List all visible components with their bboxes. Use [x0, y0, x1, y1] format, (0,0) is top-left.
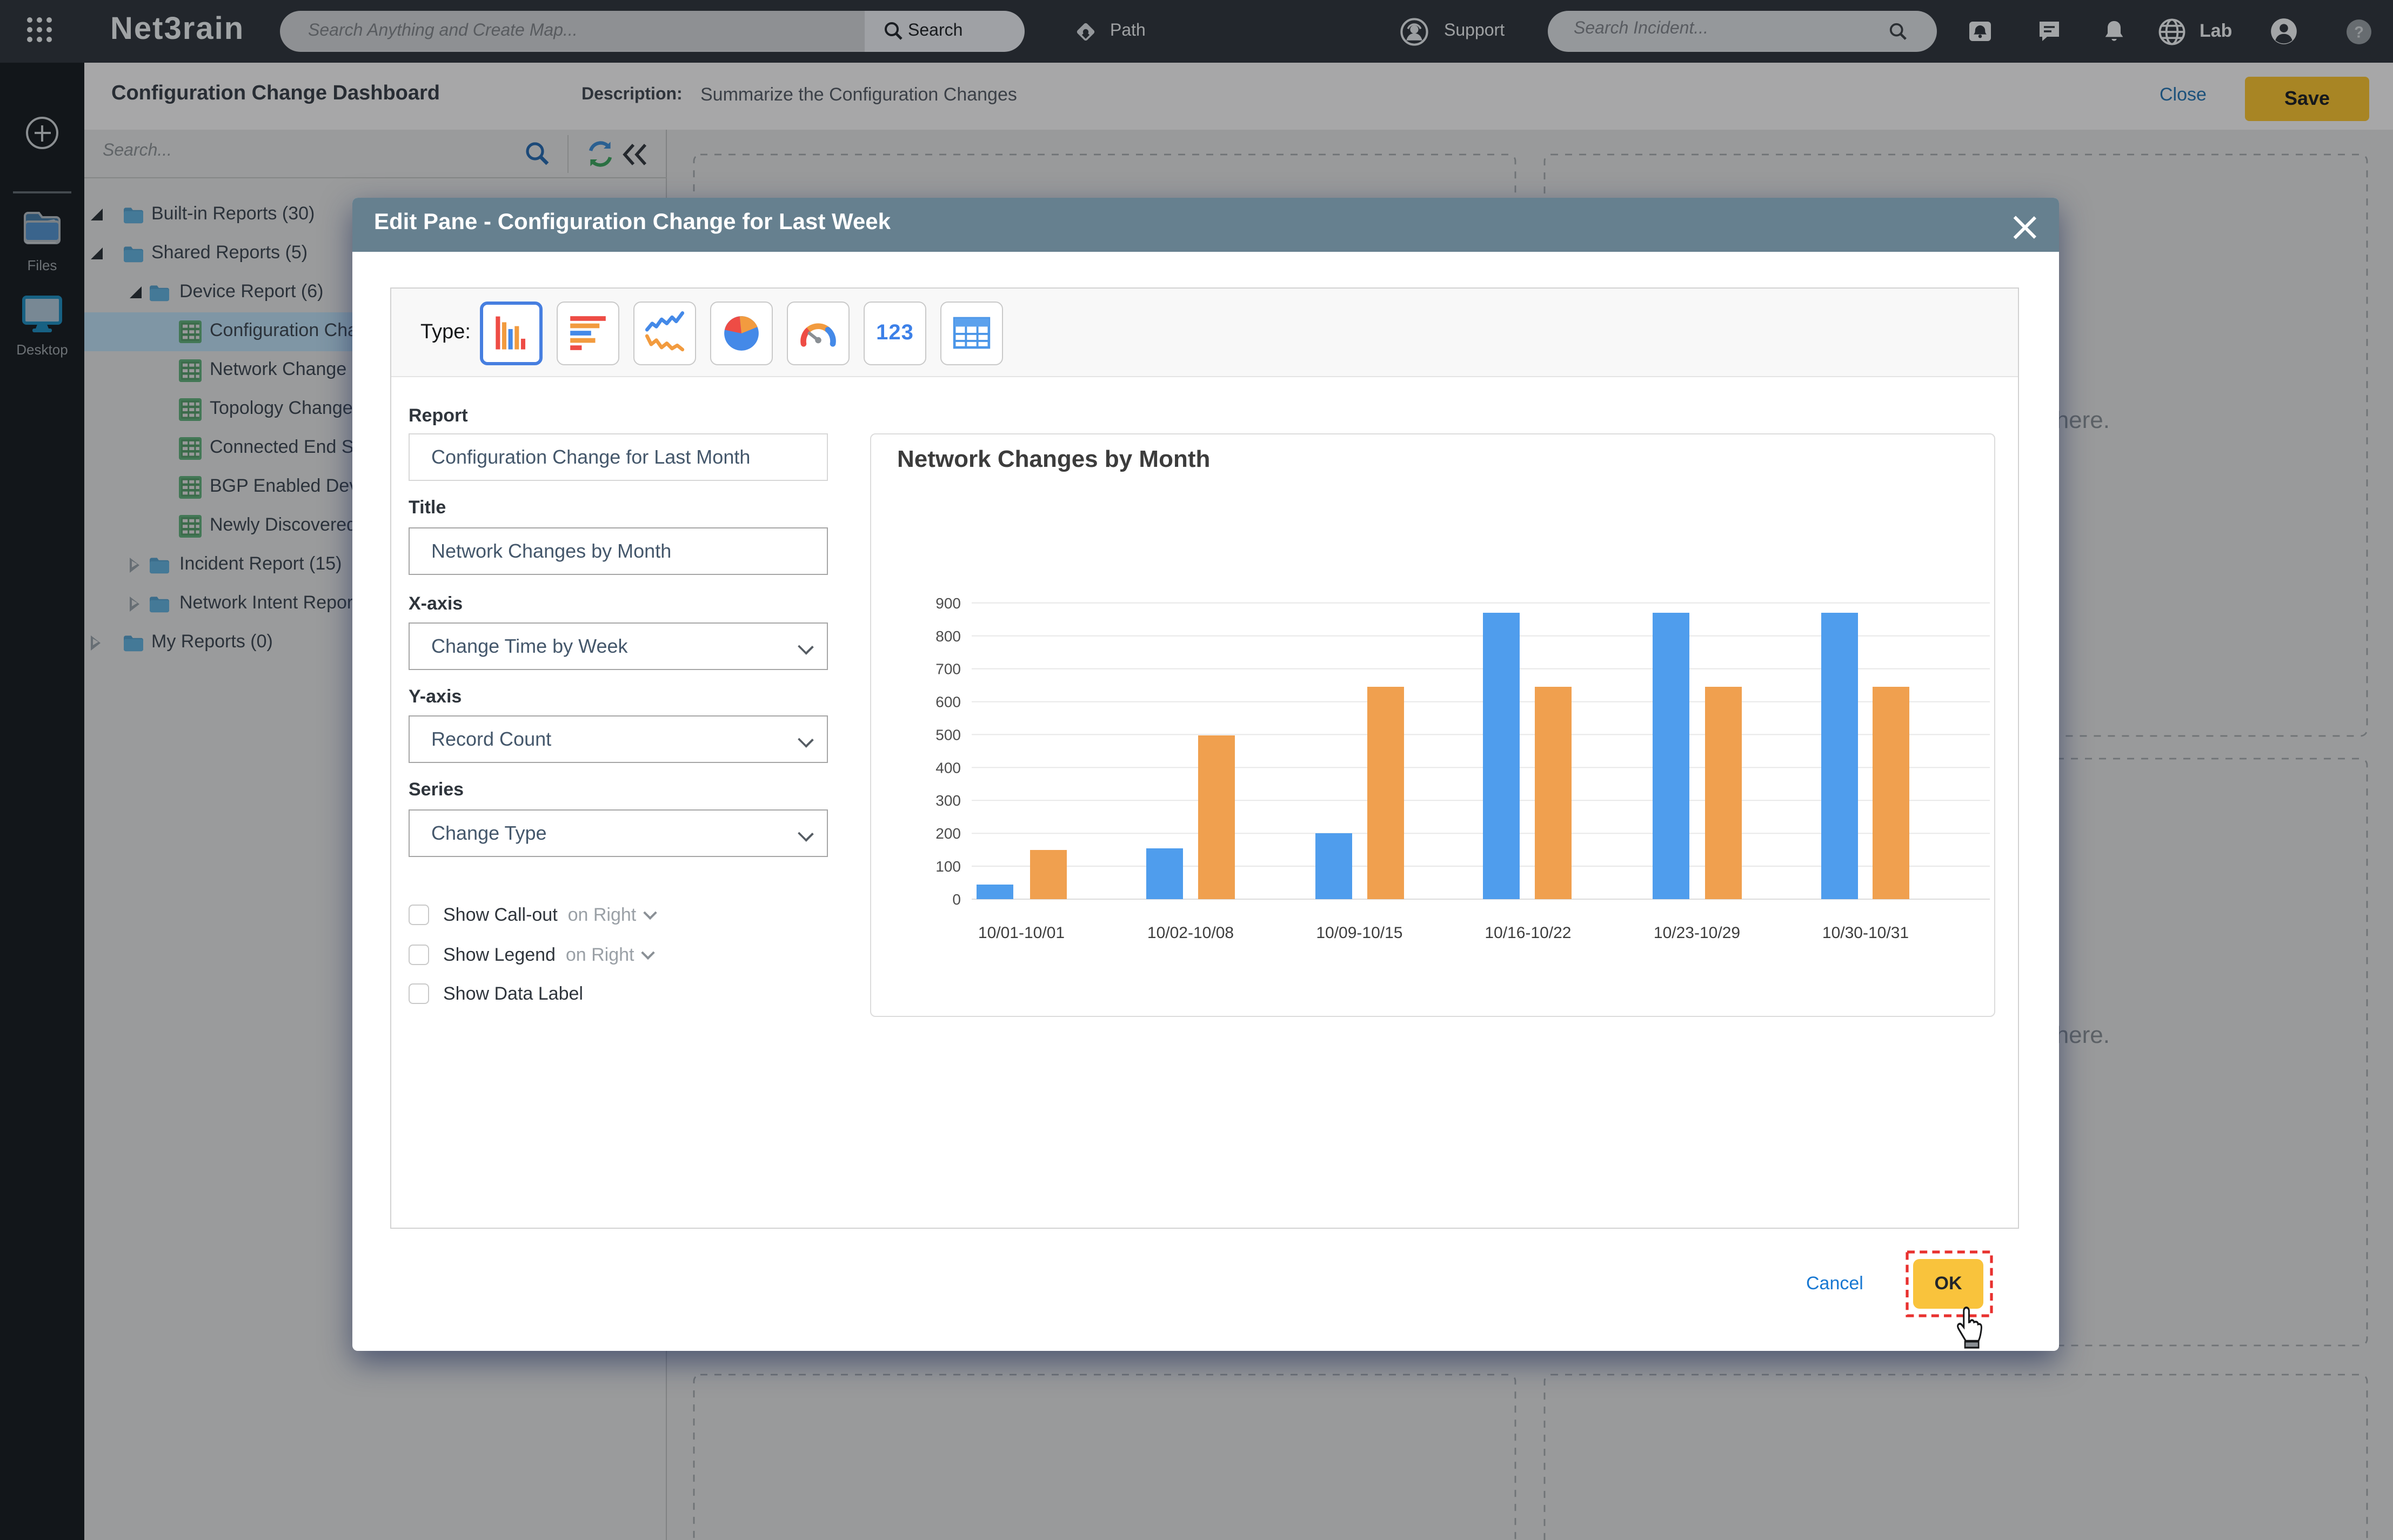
svg-text:500: 500 [935, 726, 961, 743]
svg-text:800: 800 [935, 628, 961, 645]
svg-text:10/02-10/08: 10/02-10/08 [1147, 924, 1234, 942]
svg-text:10/30-10/31: 10/30-10/31 [1822, 924, 1909, 942]
svg-text:0: 0 [952, 891, 961, 908]
svg-text:900: 900 [935, 595, 961, 612]
svg-text:10/16-10/22: 10/16-10/22 [1485, 924, 1571, 942]
svg-text:600: 600 [935, 694, 961, 711]
svg-text:300: 300 [935, 792, 961, 809]
svg-text:100: 100 [935, 858, 961, 875]
svg-text:700: 700 [935, 661, 961, 678]
svg-text:400: 400 [935, 759, 961, 776]
svg-text:10/01-10/01: 10/01-10/01 [978, 924, 1065, 942]
svg-text:10/09-10/15: 10/09-10/15 [1316, 924, 1402, 942]
svg-text:200: 200 [935, 825, 961, 842]
svg-text:10/23-10/29: 10/23-10/29 [1654, 924, 1740, 942]
